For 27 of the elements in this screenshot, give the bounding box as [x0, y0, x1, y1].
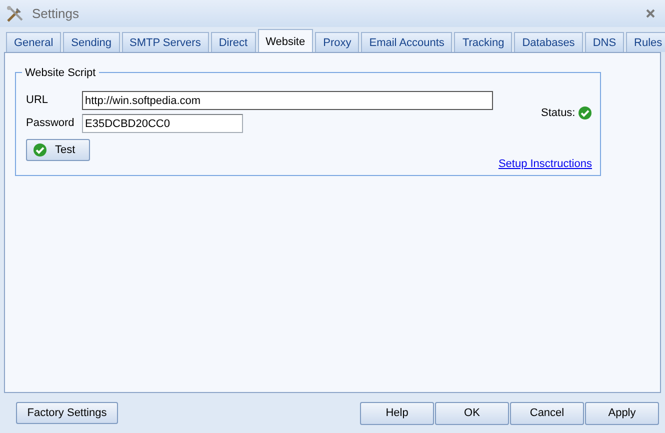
password-field[interactable]: E35DCBD20CC0	[82, 114, 243, 133]
group-title: Website Script	[22, 65, 99, 82]
tab[interactable]: Sending	[63, 32, 120, 52]
tab[interactable]: Website	[258, 29, 314, 52]
tab[interactable]: General	[6, 32, 62, 52]
tab[interactable]: Tracking	[454, 32, 512, 52]
check-icon	[33, 143, 47, 157]
tab[interactable]: Direct	[210, 32, 256, 52]
test-button[interactable]: Test	[26, 139, 90, 161]
field-label: Password	[26, 116, 76, 131]
tab[interactable]: Proxy	[315, 32, 360, 52]
tools-icon	[6, 4, 24, 22]
dialog-button[interactable]: Cancel	[510, 402, 584, 424]
tab[interactable]: Rules	[626, 32, 665, 52]
dialog-button[interactable]: Apply	[585, 402, 659, 424]
status-label: Status:	[541, 106, 576, 121]
tab[interactable]: SMTP Servers	[122, 32, 209, 52]
tab[interactable]: DNS	[584, 32, 624, 52]
url-field[interactable]: http://win.softpedia.com	[82, 91, 493, 110]
setup-link[interactable]: Setup Insctructions	[498, 156, 592, 172]
dialog-button[interactable]: Help	[360, 402, 434, 424]
field-label: URL	[26, 93, 50, 108]
tab[interactable]: Databases	[514, 32, 583, 52]
dialog-button[interactable]: OK	[435, 402, 509, 424]
window-title: Settings	[32, 4, 79, 23]
factory-settings-button[interactable]: Factory Settings	[16, 402, 118, 424]
tab[interactable]: Email Accounts	[361, 32, 452, 52]
